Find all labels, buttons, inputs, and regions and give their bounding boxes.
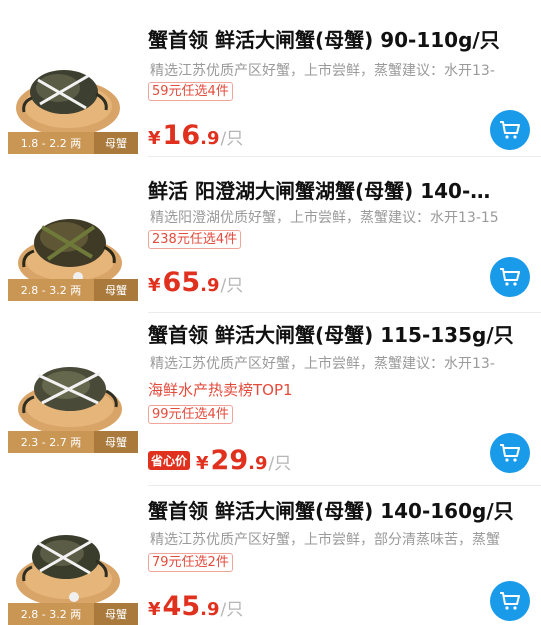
weight-label: 2.8 - 3.2 两: [8, 279, 94, 301]
weight-label: 2.8 - 3.2 两: [8, 603, 94, 625]
price: 省心价 ¥ 29 .9 /只: [148, 445, 291, 476]
product-image[interactable]: 1.8 - 2.2 两 母蟹: [8, 30, 138, 154]
product-image[interactable]: 2.8 - 3.2 两 母蟹: [8, 177, 138, 301]
gender-label: 母蟹: [94, 603, 138, 625]
gender-label: 母蟹: [94, 431, 138, 453]
price-unit: /只: [220, 600, 244, 620]
price-currency: ¥: [148, 599, 161, 620]
product-image[interactable]: 2.8 - 3.2 两 母蟹: [8, 501, 138, 625]
weight-band: 2.8 - 3.2 两 母蟹: [8, 279, 138, 301]
promo-tag: 99元任选4件: [148, 405, 233, 424]
weight-band: 1.8 - 2.2 两 母蟹: [8, 132, 138, 154]
product-card[interactable]: 2.3 - 2.7 两 母蟹 蟹首领 鲜活大闸蟹(母蟹) 115-135g/只 …: [0, 313, 541, 486]
add-to-cart-button[interactable]: [490, 257, 530, 297]
product-description: 精选阳澄湖优质好蟹，上市尝鲜，蒸蟹建议：水开13-15: [150, 210, 499, 226]
shopping-cart-icon: [500, 444, 520, 462]
add-to-cart-button[interactable]: [490, 581, 530, 621]
product-list: 1.8 - 2.2 两 母蟹 蟹首领 鲜活大闸蟹(母蟹) 90-110g/只 精…: [0, 0, 541, 625]
gender-label: 母蟹: [94, 132, 138, 154]
product-image[interactable]: 2.3 - 2.7 两 母蟹: [8, 329, 138, 453]
price-currency: ¥: [148, 275, 161, 296]
divider: [148, 485, 541, 486]
price-decimal: .9: [200, 275, 220, 296]
weight-label: 2.3 - 2.7 两: [8, 431, 94, 453]
price-currency: ¥: [148, 128, 161, 149]
price-decimal: .9: [248, 453, 268, 474]
promo-tag: 238元任选4件: [148, 230, 242, 249]
product-description: 精选江苏优质产区好蟹，上市尝鲜，蒸蟹建议：水开13-: [150, 63, 495, 79]
price: ¥ 65 .9 /只: [148, 267, 243, 298]
product-card[interactable]: 1.8 - 2.2 两 母蟹 蟹首领 鲜活大闸蟹(母蟹) 90-110g/只 精…: [0, 0, 541, 157]
price: ¥ 45 .9 /只: [148, 591, 243, 622]
product-description: 精选江苏优质产区好蟹，上市尝鲜，部分清蒸味苦，蒸蟹: [150, 532, 500, 548]
product-card[interactable]: 2.8 - 3.2 两 母蟹 鲜活 阳澄湖大闸蟹湖蟹(母蟹) 140-… 精选阳…: [0, 157, 541, 313]
shopping-cart-icon: [500, 268, 520, 286]
product-description: 精选江苏优质产区好蟹，上市尝鲜，蒸蟹建议：水开13-: [150, 356, 495, 372]
price-decimal: .9: [200, 599, 220, 620]
promo-tag: 79元任选2件: [148, 553, 233, 572]
shopping-cart-icon: [500, 592, 520, 610]
add-to-cart-button[interactable]: [490, 433, 530, 473]
price-decimal: .9: [200, 128, 220, 149]
value-price-badge: 省心价: [148, 451, 191, 470]
price-integer: 65: [162, 267, 201, 298]
price-currency: ¥: [196, 453, 209, 474]
ranking-label[interactable]: 海鲜水产热卖榜TOP1: [148, 379, 293, 400]
price-unit: /只: [268, 454, 292, 474]
price-integer: 45: [162, 591, 201, 622]
price-integer: 29: [210, 445, 249, 476]
promo-tag: 59元任选4件: [148, 82, 233, 101]
shopping-cart-icon: [500, 121, 520, 139]
product-title[interactable]: 鲜活 阳澄湖大闸蟹湖蟹(母蟹) 140-…: [148, 175, 527, 204]
price-unit: /只: [220, 129, 244, 149]
product-title[interactable]: 蟹首领 鲜活大闸蟹(母蟹) 115-135g/只: [148, 319, 527, 348]
price: ¥ 16 .9 /只: [148, 120, 243, 151]
product-title[interactable]: 蟹首领 鲜活大闸蟹(母蟹) 140-160g/只: [148, 495, 527, 524]
weight-band: 2.3 - 2.7 两 母蟹: [8, 431, 138, 453]
product-card[interactable]: 2.8 - 3.2 两 母蟹 蟹首领 鲜活大闸蟹(母蟹) 140-160g/只 …: [0, 487, 541, 625]
price-unit: /只: [220, 276, 244, 296]
price-integer: 16: [162, 120, 201, 151]
add-to-cart-button[interactable]: [490, 110, 530, 150]
product-title[interactable]: 蟹首领 鲜活大闸蟹(母蟹) 90-110g/只: [148, 24, 527, 53]
gender-label: 母蟹: [94, 279, 138, 301]
weight-label: 1.8 - 2.2 两: [8, 132, 94, 154]
weight-band: 2.8 - 3.2 两 母蟹: [8, 603, 138, 625]
